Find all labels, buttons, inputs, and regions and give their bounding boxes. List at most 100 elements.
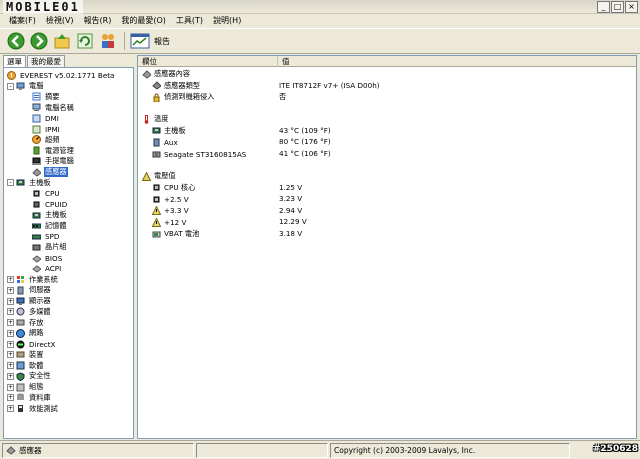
detail-row[interactable]: CPU 核心	[152, 183, 195, 193]
expand-icon[interactable]: +	[7, 276, 14, 284]
config-icon	[16, 383, 25, 392]
detail-row[interactable]: +12 V	[151, 217, 186, 227]
status-current-label: 感應器	[19, 445, 42, 455]
tree-item[interactable]: DMI	[32, 113, 60, 124]
tree-item[interactable]: + 資料庫	[7, 393, 52, 404]
expand-icon[interactable]: +	[7, 297, 14, 305]
tree-item[interactable]: CPUID	[32, 199, 68, 210]
tree-item[interactable]: IPMI	[32, 124, 61, 135]
server-icon	[16, 286, 25, 295]
expand-icon[interactable]: +	[7, 405, 14, 413]
tree-item[interactable]: + 多媒體	[7, 307, 52, 318]
tree-item[interactable]: 摘要	[32, 92, 60, 103]
tree-item[interactable]: + 安全性	[7, 371, 52, 382]
info-icon	[7, 70, 16, 80]
detail-row[interactable]: Aux	[152, 137, 178, 147]
expand-icon[interactable]: +	[7, 394, 14, 402]
column-value[interactable]: 值	[278, 56, 636, 67]
maximize-button[interactable]: □	[611, 1, 624, 13]
tree-item[interactable]: + 效能測試	[7, 403, 59, 414]
detail-group[interactable]: 電壓值	[141, 170, 176, 181]
tree-item[interactable]: + 組態	[7, 382, 44, 393]
minimize-button[interactable]: _	[597, 1, 610, 13]
tree-item[interactable]: 手提電腦	[32, 156, 75, 167]
close-button[interactable]: ×	[625, 1, 638, 13]
menu-favorites[interactable]: 我的最愛(O)	[116, 14, 171, 27]
expand-icon[interactable]: +	[7, 340, 14, 348]
tree-item[interactable]: + 顯示器	[7, 296, 52, 307]
tree-item[interactable]: 電腦名稱	[32, 102, 75, 113]
tree-item[interactable]: 感應器	[32, 167, 68, 178]
details-pane[interactable]: 欄位 值 感應器內容 感應器類型 ITE IT8712F v7+ (ISA D00h…	[137, 55, 637, 439]
detail-field-label: CPU 核心	[164, 182, 196, 192]
tree-item[interactable]: SPD	[31, 231, 60, 242]
refresh-button[interactable]	[75, 31, 95, 51]
tree-item[interactable]: - 主機板	[7, 178, 52, 189]
sensor-icon	[142, 69, 152, 79]
detail-row[interactable]: Seagate ST3160815AS	[152, 149, 246, 159]
detail-row[interactable]: +2.5 V	[152, 194, 189, 204]
expand-icon[interactable]: +	[7, 329, 14, 337]
detail-value: 2.94 V	[279, 205, 303, 215]
detail-field-label: +3.3 V	[164, 206, 189, 216]
tree-item[interactable]: + 存放	[7, 317, 44, 328]
detail-row[interactable]: +3.3 V	[151, 205, 189, 216]
collapse-icon[interactable]: -	[7, 179, 14, 187]
tree-item[interactable]: 記憶體	[31, 221, 68, 232]
tree-item[interactable]: CPU	[32, 188, 61, 199]
tree-item[interactable]: + 網路	[7, 328, 44, 339]
aux-icon	[152, 138, 161, 147]
tree-item-label: 電源管理	[45, 145, 74, 155]
tree-item-label: 摘要	[45, 91, 60, 101]
expand-icon[interactable]: +	[7, 383, 14, 391]
menu-bar: 檔案(F) 檢視(V) 報告(R) 我的最愛(O) 工具(T) 說明(H)	[0, 14, 640, 27]
menu-tools[interactable]: 工具(T)	[171, 14, 208, 27]
navigation-pane: 選單 我的最愛 EVEREST v5.02.1771 Beta - 電腦 摘要 電腦名稱…	[3, 55, 134, 439]
back-button[interactable]	[6, 31, 26, 51]
tree-item[interactable]: 晶片組	[32, 242, 68, 253]
tree-item[interactable]: - 電腦	[7, 81, 44, 92]
up-button[interactable]	[52, 31, 72, 51]
expand-icon[interactable]: +	[7, 351, 14, 359]
detail-value: 3.23 V	[279, 194, 303, 204]
tree-item[interactable]: ACPI	[32, 264, 62, 275]
tree-item[interactable]: + DirectX	[7, 339, 56, 350]
tab-favorites[interactable]: 我的最愛	[27, 55, 65, 67]
menu-file[interactable]: 檔案(F)	[4, 14, 41, 27]
menu-report[interactable]: 報告(R)	[79, 14, 117, 27]
detail-row[interactable]: VBAT 電池	[152, 229, 199, 239]
menu-help[interactable]: 說明(H)	[208, 14, 246, 27]
detail-row[interactable]: 主機板	[152, 126, 186, 136]
tree-item[interactable]: + 作業系統	[7, 274, 59, 285]
tree-item[interactable]: + 軟體	[7, 360, 44, 371]
tree-item-label: 軟體	[29, 360, 44, 370]
tree-item[interactable]: EVEREST v5.02.1771 Beta	[7, 70, 115, 81]
tree-item[interactable]: + 伺服器	[7, 285, 52, 296]
detail-row[interactable]: 感應器類型	[152, 81, 200, 91]
forward-button[interactable]	[29, 31, 49, 51]
tab-menu[interactable]: 選單	[3, 55, 26, 67]
tree-item[interactable]: 超頻	[32, 135, 60, 146]
users-button[interactable]	[98, 31, 118, 51]
expand-icon[interactable]: +	[7, 319, 14, 327]
tree-item-label: 主機板	[29, 177, 51, 187]
detail-group[interactable]: 感應器內容	[142, 69, 190, 79]
tree-item[interactable]: BIOS	[32, 253, 63, 264]
expand-icon[interactable]: +	[7, 362, 14, 370]
report-icon	[130, 33, 150, 49]
detail-row[interactable]: 偵測到機箱侵入	[152, 92, 214, 103]
expand-icon[interactable]: +	[7, 372, 14, 380]
report-button[interactable]: 報告	[130, 31, 170, 51]
tree-item[interactable]: 電源管理	[32, 145, 75, 156]
motherboard-icon	[152, 126, 161, 135]
column-field[interactable]: 欄位	[138, 56, 278, 67]
tree-item[interactable]: + 裝置	[7, 350, 44, 361]
device-tree[interactable]: EVEREST v5.02.1771 Beta - 電腦 摘要 電腦名稱 DMI IPMI 超…	[3, 67, 134, 439]
expand-icon[interactable]: +	[7, 286, 14, 294]
collapse-icon[interactable]: -	[7, 82, 14, 90]
detail-group[interactable]: 溫度	[142, 114, 168, 124]
tree-item[interactable]: 主機板	[32, 210, 68, 221]
cpu-icon	[152, 195, 161, 204]
menu-view[interactable]: 檢視(V)	[41, 14, 79, 27]
expand-icon[interactable]: +	[7, 308, 14, 316]
